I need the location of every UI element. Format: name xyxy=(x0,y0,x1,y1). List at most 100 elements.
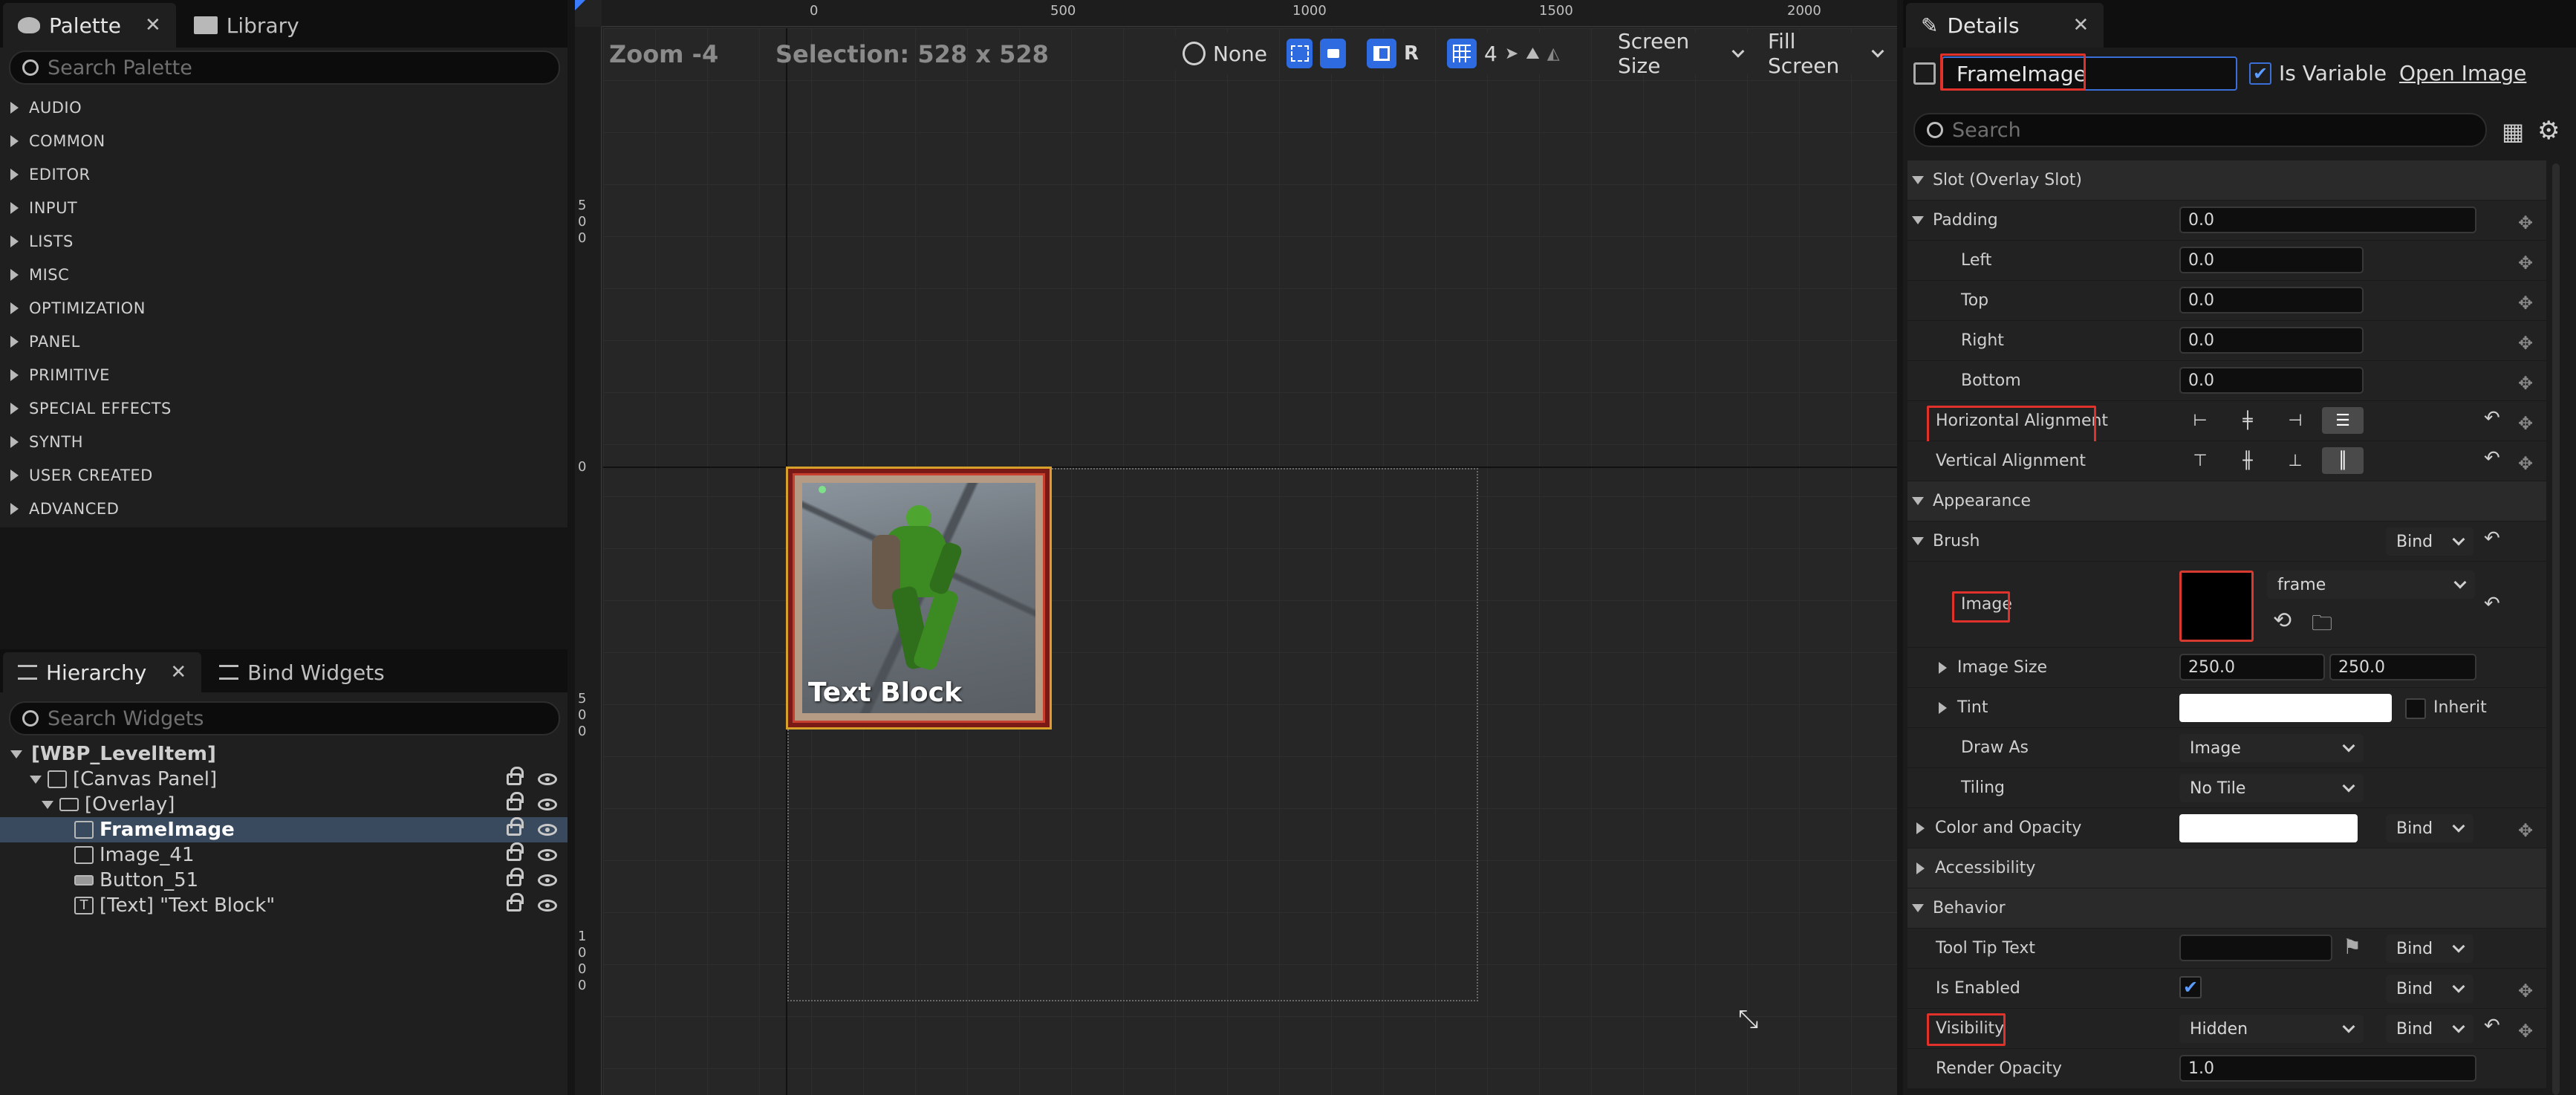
pin-icon[interactable]: ✥ xyxy=(2518,333,2534,354)
eye-icon[interactable] xyxy=(538,799,557,810)
image-asset-dropdown[interactable]: frame xyxy=(2267,571,2475,599)
hierarchy-search-input[interactable] xyxy=(48,706,520,730)
lock-icon[interactable] xyxy=(507,842,524,861)
respect-lock-button[interactable]: R xyxy=(1404,42,1419,65)
palette-search-input[interactable] xyxy=(48,56,520,79)
section-accessibility[interactable]: Accessibility xyxy=(1907,848,2546,888)
reset-icon[interactable]: ↶ xyxy=(2484,593,2500,615)
render-opacity-input[interactable]: 1.0 xyxy=(2179,1055,2476,1082)
close-icon[interactable]: ✕ xyxy=(145,14,161,36)
close-icon[interactable]: ✕ xyxy=(2073,14,2089,36)
enabled-bind-dropdown[interactable]: Bind xyxy=(2386,975,2473,1003)
hierarchy-item-frameimage[interactable]: FrameImage xyxy=(0,817,567,842)
padding-bottom-input[interactable]: 0.0 xyxy=(2179,367,2364,394)
image-size-y-input[interactable]: 250.0 xyxy=(2329,654,2476,680)
pin-icon[interactable]: ✥ xyxy=(2518,820,2534,841)
hierarchy-item-textblock[interactable]: T [Text] "Text Block" xyxy=(0,893,567,918)
padding-right-input[interactable]: 0.0 xyxy=(2179,327,2364,354)
lock-icon[interactable] xyxy=(507,767,524,785)
screen-size-dropdown[interactable]: Screen Size xyxy=(1609,29,1752,78)
section-slot[interactable]: Slot (Overlay Slot) xyxy=(1907,160,2546,201)
inherit-checkbox[interactable] xyxy=(2405,698,2426,719)
pin-icon[interactable]: ✥ xyxy=(2518,373,2534,394)
is-variable-checkbox[interactable]: ✔ xyxy=(2249,62,2271,85)
eye-icon[interactable] xyxy=(538,849,557,861)
designer-viewport[interactable]: 0 500 1000 1500 2000 500 0 500 1000 Zoom… xyxy=(575,0,1897,1095)
use-selected-icon[interactable]: ⟲ xyxy=(2273,608,2292,634)
grid-size-value[interactable]: 4 xyxy=(1484,42,1497,66)
pin-icon[interactable]: ✥ xyxy=(2518,293,2534,313)
reset-icon[interactable]: ↶ xyxy=(2484,527,2500,550)
palette-category-panel[interactable]: PANEL xyxy=(0,325,567,358)
tooltip-bind-dropdown[interactable]: Bind xyxy=(2386,935,2473,963)
pin-icon[interactable]: ✥ xyxy=(2518,212,2534,233)
collapse-arrow-icon[interactable] xyxy=(1912,537,1924,545)
table-view-icon[interactable]: ▦ xyxy=(2502,117,2524,146)
lock-icon[interactable] xyxy=(1320,39,1346,68)
is-enabled-checkbox[interactable]: ✔ xyxy=(2179,976,2202,998)
align-top-icon[interactable]: ⊤ xyxy=(2179,447,2221,474)
tiling-dropdown[interactable]: No Tile xyxy=(2179,774,2364,802)
expand-arrow-icon[interactable] xyxy=(1939,661,1947,674)
color-opacity-swatch[interactable] xyxy=(2179,814,2358,842)
color-bind-dropdown[interactable]: Bind xyxy=(2386,814,2473,842)
collapse-arrow-icon[interactable] xyxy=(1912,216,1924,224)
grid-snap-icon[interactable] xyxy=(1447,39,1477,68)
hierarchy-item-overlay[interactable]: [Overlay] xyxy=(0,792,567,817)
palette-category-misc[interactable]: MISC xyxy=(0,258,567,291)
cursor-icon[interactable]: ➤ xyxy=(1505,45,1518,63)
padding-left-input[interactable]: 0.0 xyxy=(2179,247,2364,273)
flag-icon[interactable]: ⚑ xyxy=(2343,935,2361,959)
tab-palette[interactable]: Palette ✕ xyxy=(3,3,176,48)
align-fill-vertical-icon[interactable]: ║ xyxy=(2322,447,2364,474)
palette-category-input[interactable]: INPUT xyxy=(0,191,567,224)
hierarchy-item-canvas-panel[interactable]: [Canvas Panel] xyxy=(0,767,567,792)
align-middle-icon[interactable]: ╫ xyxy=(2227,447,2268,474)
details-scrollbar[interactable] xyxy=(2552,163,2560,1095)
dashed-box-icon[interactable] xyxy=(1287,39,1313,68)
palette-category-optimization[interactable]: OPTIMIZATION xyxy=(0,291,567,325)
close-icon[interactable]: ✕ xyxy=(170,661,186,683)
open-image-link[interactable]: Open Image xyxy=(2399,61,2526,85)
image-size-x-input[interactable]: 250.0 xyxy=(2179,654,2325,680)
hierarchy-item-image41[interactable]: Image_41 xyxy=(0,842,567,868)
lock-icon[interactable] xyxy=(507,817,524,836)
section-appearance[interactable]: Appearance xyxy=(1907,481,2546,521)
align-center-icon[interactable]: ╪ xyxy=(2227,407,2268,434)
browse-icon[interactable]: 🗀 xyxy=(2312,608,2332,643)
brush-bind-dropdown[interactable]: Bind xyxy=(2386,527,2473,556)
palette-category-user-created[interactable]: USER CREATED xyxy=(0,458,567,492)
fill-screen-dropdown[interactable]: Fill Screen xyxy=(1759,29,1891,78)
localization-button[interactable]: None xyxy=(1175,33,1275,74)
palette-category-primitive[interactable]: PRIMITIVE xyxy=(0,358,567,391)
details-search[interactable] xyxy=(1913,113,2487,147)
gradient-icon[interactable]: ◭ xyxy=(1547,45,1560,63)
palette-category-lists[interactable]: LISTS xyxy=(0,224,567,258)
visibility-bind-dropdown[interactable]: Bind xyxy=(2386,1015,2473,1043)
expand-arrow-icon[interactable] xyxy=(1939,701,1947,714)
align-right-icon[interactable]: ⊣ xyxy=(2274,407,2316,434)
visibility-dropdown[interactable]: Hidden xyxy=(2179,1015,2364,1043)
image-preview-icon[interactable]: ⛰ xyxy=(1526,45,1539,63)
palette-category-synth[interactable]: SYNTH xyxy=(0,425,567,458)
resize-handle-icon[interactable]: ⤡ xyxy=(1738,1004,1758,1034)
pin-icon[interactable]: ✥ xyxy=(2518,1021,2534,1042)
hierarchy-root[interactable]: [WBP_LevelItem] xyxy=(0,741,567,767)
tab-bind-widgets[interactable]: Bind Widgets xyxy=(204,652,400,692)
pin-icon[interactable]: ✥ xyxy=(2518,253,2534,273)
pin-icon[interactable]: ✥ xyxy=(2518,453,2534,474)
tab-library[interactable]: Library xyxy=(179,3,314,48)
palette-category-common[interactable]: COMMON xyxy=(0,124,567,157)
eye-icon[interactable] xyxy=(538,773,557,785)
tooltip-input[interactable] xyxy=(2179,935,2332,961)
reset-icon[interactable]: ↶ xyxy=(2484,407,2500,429)
align-left-icon[interactable]: ⊢ xyxy=(2179,407,2221,434)
lock-icon[interactable] xyxy=(507,893,524,912)
palette-search[interactable] xyxy=(9,51,560,85)
frame-image-widget[interactable]: Text Block xyxy=(786,467,1052,730)
align-fill-icon[interactable]: ☰ xyxy=(2322,407,2364,434)
tab-details[interactable]: ✎ Details ✕ xyxy=(1906,3,2104,48)
palette-category-editor[interactable]: EDITOR xyxy=(0,157,567,191)
reset-icon[interactable]: ↶ xyxy=(2484,447,2500,469)
draw-as-dropdown[interactable]: Image xyxy=(2179,734,2364,762)
